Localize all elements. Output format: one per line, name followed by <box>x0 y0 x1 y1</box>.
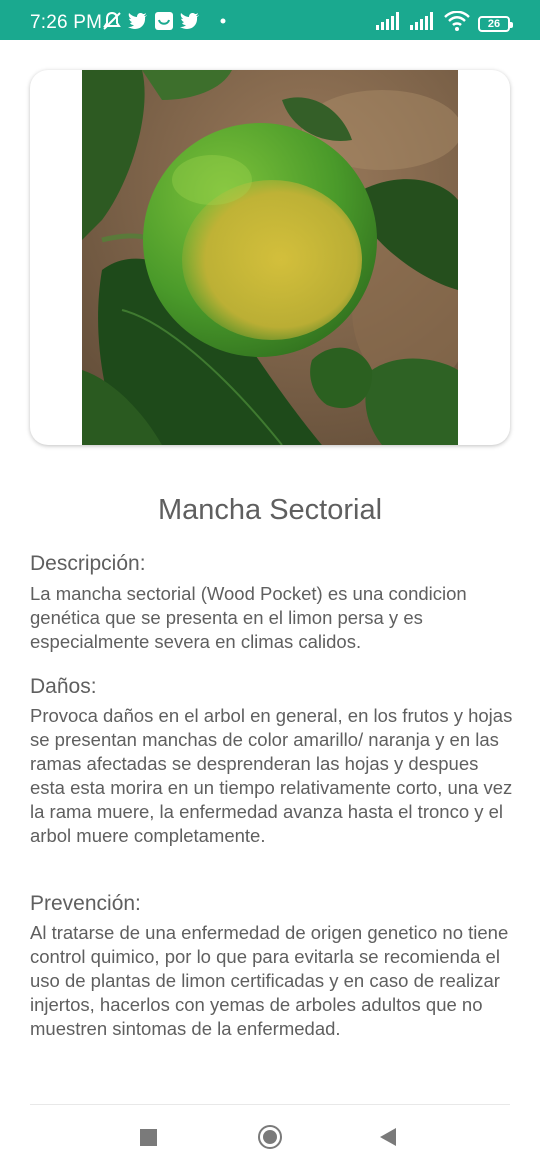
muted-bell-icon <box>102 11 122 31</box>
lime-photo-illustration <box>82 70 458 445</box>
recents-button[interactable] <box>140 1129 157 1146</box>
disease-title: Mancha Sectorial <box>157 494 383 526</box>
navigation-bar <box>0 1105 540 1170</box>
lime-fruit-photo <box>82 70 458 445</box>
notification-icons <box>102 11 226 31</box>
battery-icon: 26 <box>478 15 513 32</box>
signal-icon <box>376 12 402 35</box>
description-heading: Descripción: <box>30 552 146 575</box>
damage-heading: Daños: <box>30 675 97 698</box>
status-bar: 7:26 PM 26 <box>0 0 540 40</box>
prevention-heading: Prevención: <box>30 892 141 915</box>
twitter-icon <box>128 12 148 30</box>
damage-text: Provoca daños en el arbol en general, en… <box>30 705 513 846</box>
prevention-text: Al tratarse de una enfermedad de origen … <box>30 922 509 1039</box>
status-time: 7:26 PM <box>30 12 103 33</box>
battery-level: 26 <box>487 17 501 30</box>
twitter-icon <box>180 12 200 30</box>
image-card <box>30 70 510 445</box>
description-text: La mancha sectorial (Wood Pocket) es una… <box>30 583 467 652</box>
dot-icon <box>220 18 226 24</box>
system-icons: 26 <box>376 10 513 36</box>
app-icon <box>154 11 174 31</box>
wifi-icon <box>444 10 470 36</box>
back-button[interactable] <box>380 1128 396 1146</box>
home-button[interactable] <box>258 1125 282 1149</box>
signal-icon <box>410 12 436 35</box>
